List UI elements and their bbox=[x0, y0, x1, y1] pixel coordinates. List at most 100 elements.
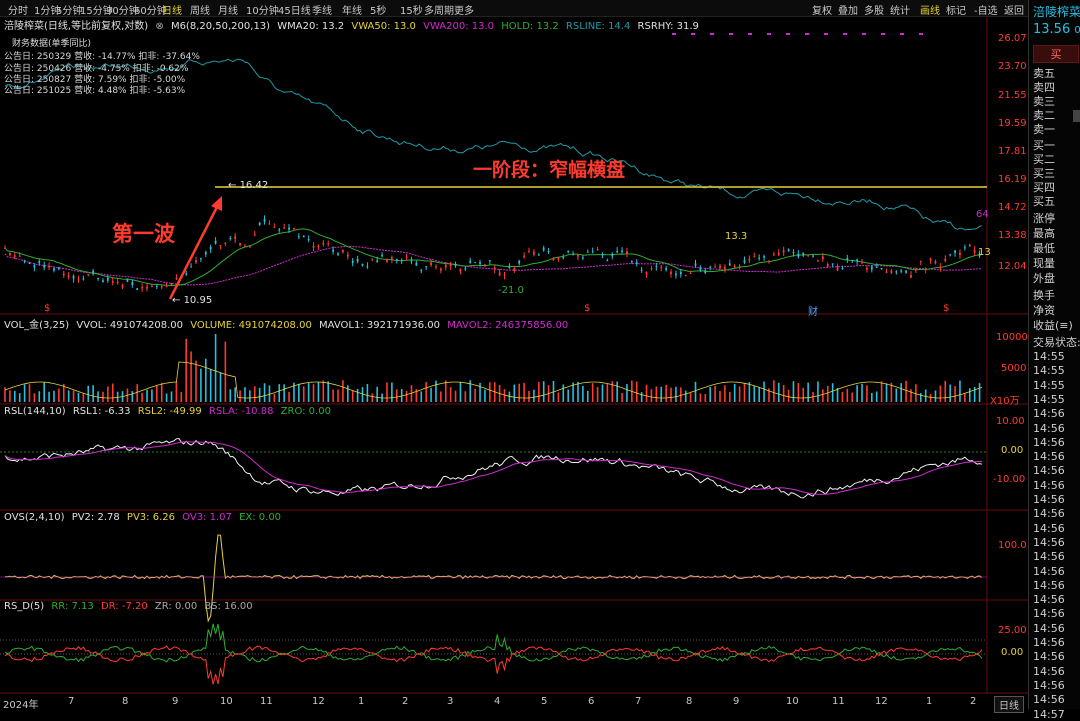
period-tab[interactable]: 5分钟 bbox=[56, 2, 82, 17]
vol-legend-vvol: VVOL: 491074208.00 bbox=[76, 320, 184, 331]
period-tab[interactable]: 45日线 bbox=[278, 2, 311, 17]
volume-bar bbox=[836, 387, 839, 402]
chart-area[interactable]: 涪陵榨菜(日线,等比前复权,对数) ⊗ M6(8,20,50,200,13) W… bbox=[0, 16, 1028, 713]
ovs-legend-ov3: OV3: 1.07 bbox=[182, 512, 232, 523]
volume-bar bbox=[748, 382, 751, 402]
volume-bar bbox=[435, 380, 437, 402]
candle-body bbox=[244, 245, 246, 247]
volume-bar bbox=[337, 389, 339, 402]
candle-body bbox=[439, 268, 442, 271]
candle-body bbox=[190, 266, 192, 268]
candle-body bbox=[484, 264, 486, 267]
rsd-legend-dr: DR: -7.20 bbox=[100, 601, 148, 612]
x-axis-label: 2 bbox=[402, 696, 409, 707]
candle-body bbox=[841, 267, 844, 269]
buy-button[interactable]: 买 bbox=[1033, 45, 1079, 63]
top-marker bbox=[843, 33, 847, 35]
candle-body bbox=[415, 262, 418, 266]
candle-body bbox=[195, 260, 197, 263]
legend-ma: M6(8,20,50,200,13) bbox=[170, 21, 271, 32]
candle-body bbox=[185, 273, 188, 275]
side-times-label: 14:56 bbox=[1033, 521, 1065, 535]
candle-body bbox=[601, 254, 604, 256]
candle-body bbox=[831, 263, 834, 265]
label-neg21: -21.0 bbox=[498, 285, 524, 296]
candle-body bbox=[655, 266, 658, 268]
collapse-panel-button[interactable] bbox=[1073, 110, 1080, 122]
period-tab[interactable]: 多周期 bbox=[424, 2, 454, 17]
candle-body bbox=[949, 254, 952, 256]
label-13-3: 13.3 bbox=[725, 231, 748, 242]
price-axis-label: 12.04 bbox=[998, 261, 1027, 272]
period-tab[interactable]: 更多 bbox=[454, 2, 474, 17]
volume-bar bbox=[440, 391, 442, 402]
period-tab[interactable]: 月线 bbox=[218, 2, 238, 17]
period-tab[interactable]: 5秒 bbox=[370, 2, 386, 17]
side-times-label: 14:56 bbox=[1033, 450, 1065, 464]
toolbar-menu-item[interactable]: 叠加 bbox=[838, 2, 858, 17]
candle-body bbox=[420, 270, 423, 272]
volume-bar bbox=[577, 381, 579, 402]
candle-body bbox=[146, 286, 148, 289]
candle-body bbox=[709, 267, 712, 269]
toolbar-menu-item[interactable]: 多股 bbox=[864, 2, 884, 17]
candle-body bbox=[410, 260, 413, 262]
volume-bar bbox=[968, 388, 971, 402]
side-stats-label: 涨停 bbox=[1033, 212, 1055, 225]
x-axis-label: 4 bbox=[494, 696, 501, 707]
candle-body bbox=[533, 251, 535, 255]
candle-body bbox=[954, 250, 956, 253]
toolbar-menu-item[interactable]: 画线 bbox=[920, 2, 940, 17]
x-axis-label: 10 bbox=[786, 696, 799, 707]
candle-body bbox=[234, 236, 237, 240]
candle-body bbox=[87, 273, 90, 275]
candle-body bbox=[743, 260, 746, 263]
candle-body bbox=[885, 271, 888, 273]
x-axis-label: 9 bbox=[172, 696, 179, 707]
candle-body bbox=[665, 268, 668, 271]
candle-body bbox=[253, 234, 256, 236]
period-tab[interactable]: 15秒 bbox=[400, 2, 423, 17]
period-tab[interactable]: 年线 bbox=[342, 2, 362, 17]
volume-bar bbox=[356, 388, 359, 402]
stock-name: 涪陵榨菜 bbox=[1033, 5, 1080, 19]
volume-bar bbox=[454, 390, 457, 402]
top-marker bbox=[748, 33, 752, 35]
side-times-label: 14:55 bbox=[1033, 392, 1065, 406]
period-tab[interactable]: 分时 bbox=[8, 2, 28, 17]
ovs-legend-title: OVS(2,4,10) bbox=[4, 512, 65, 523]
x-axis-label: 5 bbox=[541, 696, 548, 707]
candle-body bbox=[332, 249, 335, 252]
period-tab[interactable]: 10分钟 bbox=[246, 2, 279, 17]
candle-body bbox=[547, 251, 550, 253]
candle-body bbox=[488, 260, 491, 262]
x-axis-period-button[interactable]: 日线 bbox=[994, 696, 1024, 713]
toolbar-menu-item[interactable]: 统计 bbox=[890, 2, 910, 17]
candle-body bbox=[562, 257, 565, 259]
candle-body bbox=[38, 261, 41, 264]
toolbar-menu-item[interactable]: 标记 bbox=[946, 2, 966, 17]
volume-bar bbox=[405, 390, 408, 402]
candle-body bbox=[591, 251, 594, 253]
volume-bar bbox=[861, 383, 863, 402]
volume-bar bbox=[934, 390, 937, 402]
top-toolbar: 分时 1分钟 5分钟 15分钟 30分钟 60分钟 日线 周线 月线 10分钟 45日线 季线 年线 5秒… bbox=[0, 0, 1080, 17]
volume-bar bbox=[866, 385, 868, 402]
toolbar-menu-item[interactable]: 返回 bbox=[1004, 2, 1024, 17]
period-tab[interactable]: 季线 bbox=[312, 2, 332, 17]
period-tab[interactable]: 日线 bbox=[162, 2, 182, 17]
volume-bar bbox=[92, 385, 94, 402]
toolbar-menu-item[interactable]: -自选 bbox=[974, 2, 998, 17]
legend-close-icon[interactable]: ⊗ bbox=[155, 21, 163, 32]
side-times-label: 14:56 bbox=[1033, 664, 1065, 678]
top-marker bbox=[900, 33, 904, 35]
rsd-axis-0: 0.00 bbox=[1001, 647, 1024, 658]
toolbar-menu-item[interactable]: 复权 bbox=[812, 2, 832, 17]
candle-body bbox=[968, 244, 971, 247]
volume-bar bbox=[871, 392, 873, 402]
period-tab[interactable]: 周线 bbox=[190, 2, 210, 17]
candle-body bbox=[425, 266, 428, 268]
candle-body bbox=[493, 267, 496, 270]
x-axis-label: 12 bbox=[875, 696, 888, 707]
price-axis-label: 26.07 bbox=[998, 33, 1027, 44]
